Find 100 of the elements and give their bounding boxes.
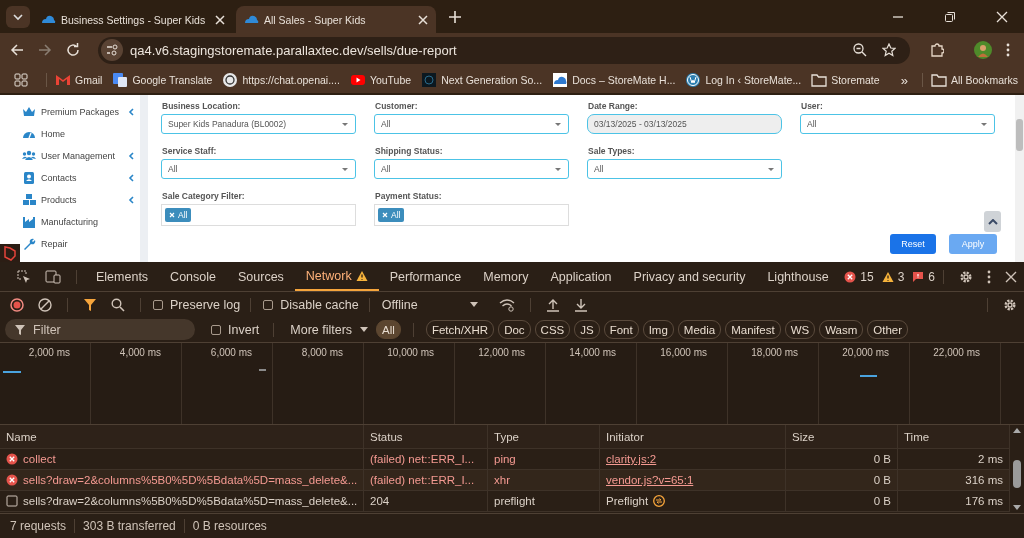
table-cell: 204 (364, 491, 488, 511)
tick-label: 10,000 ms (387, 347, 434, 359)
column-header[interactable]: Size (786, 425, 898, 448)
devtools-tab[interactable]: Performance (378, 262, 473, 291)
tick-label: 20,000 ms (842, 347, 889, 359)
type-filter-button[interactable]: Img (642, 320, 674, 339)
type-filter-button[interactable]: Manifest (725, 320, 781, 339)
bookmark[interactable]: Log In ‹ StoreMate... (685, 72, 802, 88)
status-text: 303 B transferred (83, 519, 176, 533)
table-cell: 0 B (786, 449, 898, 469)
tick-label: 12,000 ms (478, 347, 525, 359)
table-cell: (failed) net::ERR_I... (364, 449, 488, 469)
bookmark[interactable]: YouTube (349, 72, 412, 88)
multi-select-field[interactable]: All (374, 204, 569, 226)
select-field[interactable]: All (374, 159, 569, 179)
devtools-tab[interactable]: Memory (472, 262, 540, 291)
type-filter-button[interactable]: Doc (498, 320, 531, 339)
sidebar-item[interactable]: Premium Packages (22, 105, 134, 119)
select-field[interactable]: Super Kids Panadura (BL0002) (161, 114, 356, 134)
devtools-tab[interactable]: Application (539, 262, 623, 291)
devtools-tab[interactable]: Console (159, 262, 227, 291)
devtools-tab[interactable]: Elements (85, 262, 160, 291)
select-field[interactable]: All (374, 114, 569, 134)
type-filter-button[interactable]: Font (603, 320, 639, 339)
type-filter-button[interactable]: WS (784, 320, 816, 339)
filter-button[interactable]: Reset (890, 234, 936, 254)
sidebar-item[interactable]: Manufacturing (22, 215, 134, 229)
table-cell: ping (488, 449, 600, 469)
type-filter-button[interactable]: All (376, 320, 401, 339)
filter-field[interactable]: Filter (5, 319, 195, 340)
checkbox[interactable]: Preserve log (153, 297, 241, 312)
request-name-cell[interactable]: sells?draw=2&columns%5B0%5D%5Bdata%5D=mass_delete&... (0, 491, 364, 511)
type-filter-button[interactable]: CSS (534, 320, 571, 339)
browser-tab[interactable]: Business Settings - Super Kids (33, 6, 233, 33)
checkbox[interactable]: Disable cache (263, 297, 359, 312)
field-label: User: (800, 100, 824, 113)
issue-count[interactable]: 6 (912, 269, 935, 284)
sidebar-item[interactable]: Home (22, 127, 134, 141)
type-filter-button[interactable]: Other (867, 320, 909, 339)
initiator-link[interactable]: clarity.js:2 (606, 453, 657, 465)
tick-label: 22,000 ms (933, 347, 980, 359)
field-label: Sale Category Filter: (161, 190, 246, 203)
address-bar[interactable]: qa4.v6.stagingstoremate.parallaxtec.dev/sells/due-report (98, 36, 910, 64)
column-header[interactable]: Status (364, 425, 488, 448)
field-label: Shipping Status: (374, 145, 444, 158)
sidebar-item[interactable]: Contacts (22, 171, 134, 185)
select-field[interactable]: All (161, 159, 356, 179)
type-filter-button[interactable]: JS (574, 320, 600, 339)
bookmark[interactable]: Next Generation So... (421, 72, 543, 88)
table-cell: Preflight (606, 495, 649, 507)
tick-label: 4,000 ms (119, 347, 161, 359)
select-field[interactable]: All (800, 114, 995, 134)
more-bookmarks-button[interactable]: » (900, 72, 908, 88)
type-filter-button[interactable]: Fetch/XHR (425, 320, 495, 339)
field-label: Business Location: (161, 100, 242, 113)
table-cell: 0 B (786, 470, 898, 490)
checkbox[interactable]: Invert (211, 322, 260, 337)
field-label: Sale Types: (587, 145, 636, 158)
table-cell: xhr (488, 470, 600, 490)
tick-label: 6,000 ms (210, 347, 252, 359)
request-name-cell[interactable]: sells?draw=2&columns%5B0%5D%5Bdata%5D=mass_delete&... (0, 470, 364, 490)
bookmark[interactable]: Google Translate (112, 72, 213, 88)
tick-label: 14,000 ms (569, 347, 616, 359)
devtools-tab[interactable]: Privacy and security (622, 262, 757, 291)
table-cell: (failed) net::ERR_I... (364, 470, 488, 490)
bookmark[interactable]: Docs – StoreMate H... (552, 72, 676, 88)
browser-tab[interactable]: All Sales - Super Kids (236, 6, 436, 33)
tick-label: 18,000 ms (751, 347, 798, 359)
column-header[interactable]: Initiator (600, 425, 786, 448)
all-bookmarks-button[interactable]: All Bookmarks (930, 72, 1018, 88)
tag-chip[interactable]: All (165, 208, 192, 222)
request-name-cell[interactable]: collect (0, 449, 364, 469)
field-label: Customer: (374, 100, 419, 113)
bookmark[interactable]: Gmail (55, 72, 103, 88)
table-cell: preflight (488, 491, 600, 511)
date-range-field[interactable]: 03/13/2025 - 03/13/2025 (587, 114, 782, 134)
devtools-tab[interactable]: Sources (227, 262, 295, 291)
tick-label: 8,000 ms (301, 347, 343, 359)
bookmark[interactable]: Storemate (811, 72, 880, 88)
sidebar-item[interactable]: Repair (22, 237, 134, 251)
devtools-tab[interactable]: Lighthouse (756, 262, 840, 291)
bookmark[interactable]: https://chat.openai.... (222, 72, 340, 88)
multi-select-field[interactable]: All (161, 204, 356, 226)
column-header[interactable]: Type (488, 425, 600, 448)
column-header[interactable]: Name (0, 425, 364, 448)
status-text: 7 requests (10, 519, 67, 533)
error-count[interactable]: 15 (844, 269, 874, 284)
field-label: Payment Status: (374, 190, 443, 203)
select-field[interactable]: All (587, 159, 782, 179)
throttling-select[interactable]: Offline (381, 297, 478, 312)
type-filter-button[interactable]: Media (677, 320, 722, 339)
sidebar-item[interactable]: Products (22, 193, 134, 207)
initiator-link[interactable]: vendor.js?v=65:1 (606, 474, 694, 486)
field-label: Date Range: (587, 100, 639, 113)
sidebar-item[interactable]: User Management (22, 149, 134, 163)
warning-count[interactable]: 3 (881, 269, 905, 284)
more-filters-dropdown[interactable]: More filters (290, 322, 369, 337)
type-filter-button[interactable]: Wasm (819, 320, 864, 339)
tag-chip[interactable]: All (378, 208, 405, 222)
url-text: qa4.v6.stagingstoremate.parallaxtec.dev/sells/due-report (130, 42, 457, 58)
